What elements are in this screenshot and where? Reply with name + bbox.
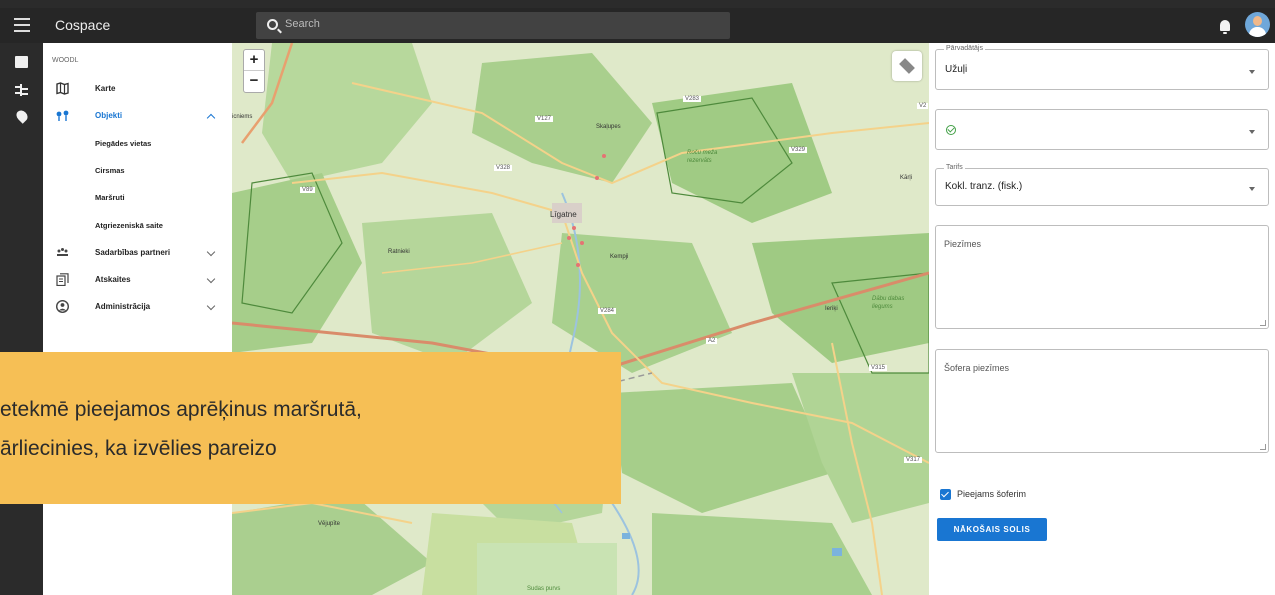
objects-icon <box>56 110 69 121</box>
notification-bell-icon[interactable] <box>1220 20 1230 34</box>
reports-icon <box>56 273 69 286</box>
sidebar-item-label: Atskaites <box>95 275 131 284</box>
app-title: Cospace <box>55 17 111 33</box>
map-label: V2 <box>917 103 929 109</box>
callout-line-1: etekmē pieejamos aprēķinus maršrutā, <box>0 398 362 421</box>
dropdown-arrow-icon <box>1249 187 1255 191</box>
map-view[interactable]: + − V283 V127 Skaļupes Roču meža rezervā… <box>232 43 929 595</box>
tariff-label: Tarifs <box>944 164 965 171</box>
app-window: Cospace Search WOODL Karte Objekti Piegā… <box>0 0 1275 595</box>
map-label: V315 <box>869 365 888 371</box>
map-label: V317 <box>904 457 923 463</box>
map-label: V329 <box>789 147 808 153</box>
sidebar-subitem-piegades-vietas[interactable]: Piegādes vietas <box>95 139 151 148</box>
chevron-down-icon[interactable] <box>206 301 216 311</box>
map-label: A2 <box>706 338 718 344</box>
map-label: Skaļupes <box>596 124 621 130</box>
resize-handle-icon[interactable] <box>1260 320 1266 326</box>
sidebar: WOODL Karte Objekti Piegādes vietas Cirs… <box>43 43 232 595</box>
zoom-in-button[interactable]: + <box>244 50 264 71</box>
map-canvas <box>232 43 929 595</box>
map-label: V89 <box>300 187 315 193</box>
sidebar-item-sadarbibas-partneri[interactable]: Sadarbības partneri <box>43 244 232 262</box>
dropdown-arrow-icon <box>1249 130 1255 134</box>
map-label: Līgatne <box>550 210 577 219</box>
sidebar-subitem-atgriezeniska-saite[interactable]: Atgriezeniskā saite <box>95 221 163 230</box>
callout-line-2: ārliecinies, ka izvēlies pareizo <box>0 437 277 460</box>
available-to-driver-label: Pieejams šoferim <box>957 489 1027 499</box>
sidebar-subitem-cirsmas[interactable]: Cirsmas <box>95 166 125 175</box>
map-label: V283 <box>683 96 702 102</box>
layers-button[interactable] <box>892 51 922 81</box>
chevron-up-icon[interactable] <box>206 113 216 123</box>
map-label: V284 <box>598 308 617 314</box>
map-label: Dābu dabas liegums <box>872 296 905 310</box>
avatar[interactable] <box>1245 12 1270 37</box>
sidebar-item-administracija[interactable]: Administrācija <box>43 298 232 316</box>
sidebar-item-atskaites[interactable]: Atskaites <box>43 271 232 289</box>
menu-icon[interactable] <box>14 18 30 32</box>
available-to-driver-checkbox[interactable] <box>940 489 951 500</box>
dropdown-arrow-icon <box>1249 70 1255 74</box>
map-label: V328 <box>494 165 513 171</box>
map-label: V127 <box>535 116 554 122</box>
sidebar-item-label: Karte <box>95 84 116 93</box>
map-label: Vējupīte <box>318 521 341 527</box>
next-step-button[interactable]: NĀKOŠAIS SOLIS <box>937 518 1047 541</box>
zoom-control: + − <box>243 49 265 93</box>
icon-rail <box>0 43 43 595</box>
search-placeholder: Search <box>285 18 320 30</box>
sidebar-item-karte[interactable]: Karte <box>43 80 232 98</box>
search-input[interactable]: Search <box>256 12 730 39</box>
search-icon <box>267 19 278 30</box>
map-label: Roču meža rezervāts <box>687 150 718 164</box>
chevron-down-icon[interactable] <box>206 247 216 257</box>
tutorial-callout: etekmē pieejamos aprēķinus maršrutā, ārl… <box>0 352 621 504</box>
resize-handle-icon[interactable] <box>1260 444 1266 450</box>
driver-notes-placeholder: Šofera piezīmes <box>944 363 1010 373</box>
map-label: Sudas purvs <box>527 586 561 592</box>
map-label: Ieriķi <box>825 306 838 312</box>
sidebar-subitem-marsruti[interactable]: Maršruti <box>95 193 125 202</box>
tariff-value: Kokl. tranz. (fisk.) <box>945 181 1023 192</box>
map-icon <box>56 82 69 95</box>
carrier-label: Pārvadātājs <box>944 45 985 52</box>
chevron-down-icon[interactable] <box>206 274 216 284</box>
org-name: WOODL <box>52 57 79 64</box>
sidebar-item-label: Administrācija <box>95 302 151 311</box>
sidebar-item-objekti[interactable]: Objekti <box>43 107 232 125</box>
sidebar-item-label: Sadarbības partneri <box>95 248 171 257</box>
map-label: Kārļi <box>900 175 913 181</box>
location-pin-icon[interactable] <box>14 108 30 124</box>
zoom-out-button[interactable]: − <box>244 71 264 92</box>
carrier-select[interactable]: Pārvadātājs Užuļi <box>935 45 1269 90</box>
admin-icon <box>56 300 69 313</box>
tariff-select[interactable]: Tarifs Kokl. tranz. (fisk.) <box>935 164 1269 206</box>
notes-placeholder: Piezīmes <box>944 239 982 249</box>
layers-icon <box>899 58 915 74</box>
form-panel: Pārvadātājs Užuļi Tarifs Kokl. tranz. (f… <box>929 43 1275 595</box>
partners-icon <box>57 248 68 256</box>
map-label: Ratnieki <box>388 249 410 255</box>
map-label: icniems <box>232 114 253 120</box>
top-bar: Cospace Search <box>0 8 1275 43</box>
sidebar-item-label: Objekti <box>95 111 123 120</box>
status-select[interactable] <box>935 109 1269 150</box>
folder-icon[interactable] <box>15 56 28 68</box>
carrier-value: Užuļi <box>945 64 968 75</box>
notes-textarea[interactable]: Piezīmes <box>935 225 1269 329</box>
check-circle-icon <box>946 125 956 135</box>
tree-structure-icon[interactable] <box>15 84 28 96</box>
map-label: Kempji <box>610 254 629 260</box>
driver-notes-textarea[interactable]: Šofera piezīmes <box>935 349 1269 453</box>
